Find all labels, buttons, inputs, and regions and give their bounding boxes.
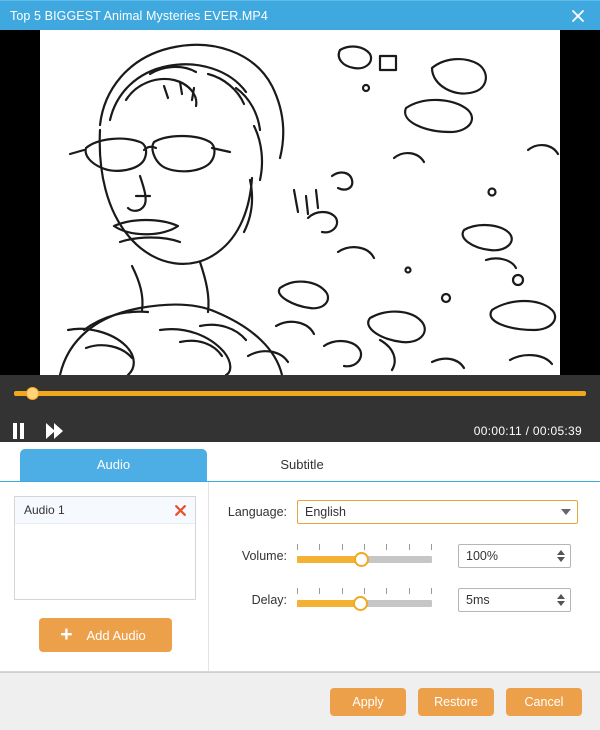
apply-button[interactable]: Apply	[330, 687, 406, 716]
audio-settings-pane: Language: English Volume: 100% Delay: 5m…	[209, 482, 600, 671]
volume-label: Volume:	[241, 549, 287, 563]
delay-stepper[interactable]: 5ms	[458, 588, 571, 612]
pause-button[interactable]	[12, 420, 38, 442]
chevron-down-icon	[561, 509, 571, 515]
volume-track[interactable]	[297, 552, 432, 567]
seek-row	[12, 375, 588, 403]
volume-row: Volume: 100%	[225, 544, 578, 568]
settings-content: Audio 1 + Add Audio Language: English Vo…	[0, 482, 600, 672]
volume-handle[interactable]	[354, 552, 370, 567]
language-row: Language: English	[225, 500, 578, 524]
transport-row: 00:00:11 / 00:05:39	[12, 419, 588, 443]
delay-row: Delay: 5ms	[225, 588, 578, 612]
delay-handle[interactable]	[352, 596, 368, 611]
audio-track-pane: Audio 1 + Add Audio	[0, 482, 209, 671]
chevron-down-icon[interactable]	[557, 601, 565, 606]
delay-track[interactable]	[297, 596, 432, 611]
language-label: Language:	[227, 505, 287, 519]
tab-bar: Audio Subtitle	[0, 442, 600, 482]
window-title: Top 5 BIGGEST Animal Mysteries EVER.MP4	[10, 8, 268, 23]
volume-fill	[297, 556, 362, 563]
track-label: Audio 1	[24, 503, 65, 517]
plus-icon: +	[60, 622, 73, 646]
delay-slider[interactable]	[297, 588, 432, 612]
close-icon	[572, 9, 584, 22]
player-control-bar: 00:00:11 / 00:05:39	[0, 375, 600, 442]
chevron-up-icon[interactable]	[557, 594, 565, 599]
delay-fill	[297, 600, 361, 607]
chevron-down-icon[interactable]	[557, 557, 565, 562]
video-preview[interactable]	[0, 30, 600, 375]
tab-subtitle[interactable]: Subtitle	[207, 449, 397, 481]
list-item[interactable]: Audio 1	[15, 497, 195, 524]
fast-forward-button[interactable]	[46, 420, 72, 442]
cancel-button[interactable]: Cancel	[506, 687, 582, 716]
time-display: 00:00:11 / 00:05:39	[473, 424, 582, 438]
tab-audio[interactable]: Audio	[20, 449, 207, 481]
language-select[interactable]: English	[297, 500, 578, 524]
fast-forward-icon	[46, 423, 63, 439]
delay-ticks	[297, 588, 432, 595]
volume-slider[interactable]	[297, 544, 432, 568]
delete-icon[interactable]	[173, 503, 187, 517]
language-value: English	[305, 505, 346, 519]
chevron-up-icon[interactable]	[557, 550, 565, 555]
video-audio-settings-window: Top 5 BIGGEST Animal Mysteries EVER.MP4	[0, 0, 600, 730]
delay-spin-arrows[interactable]	[552, 589, 570, 611]
seek-bar[interactable]	[14, 387, 586, 400]
sketch-filter-artwork	[40, 30, 560, 375]
audio-track-list: Audio 1	[14, 496, 196, 600]
dialog-footer: Apply Restore Cancel	[0, 672, 600, 730]
volume-spin-arrows[interactable]	[552, 545, 570, 567]
add-audio-button[interactable]: + Add Audio	[38, 618, 172, 652]
titlebar: Top 5 BIGGEST Animal Mysteries EVER.MP4	[0, 0, 600, 30]
restore-button[interactable]: Restore	[418, 687, 494, 716]
add-audio-label: Add Audio	[86, 627, 146, 643]
volume-stepper[interactable]: 100%	[458, 544, 571, 568]
close-button[interactable]	[556, 1, 600, 31]
volume-ticks	[297, 544, 432, 551]
video-frame	[40, 30, 560, 375]
volume-value: 100%	[466, 549, 498, 563]
delay-label: Delay:	[251, 593, 287, 607]
delay-value: 5ms	[466, 593, 490, 607]
pause-icon	[13, 423, 24, 439]
seek-handle[interactable]	[25, 387, 39, 400]
